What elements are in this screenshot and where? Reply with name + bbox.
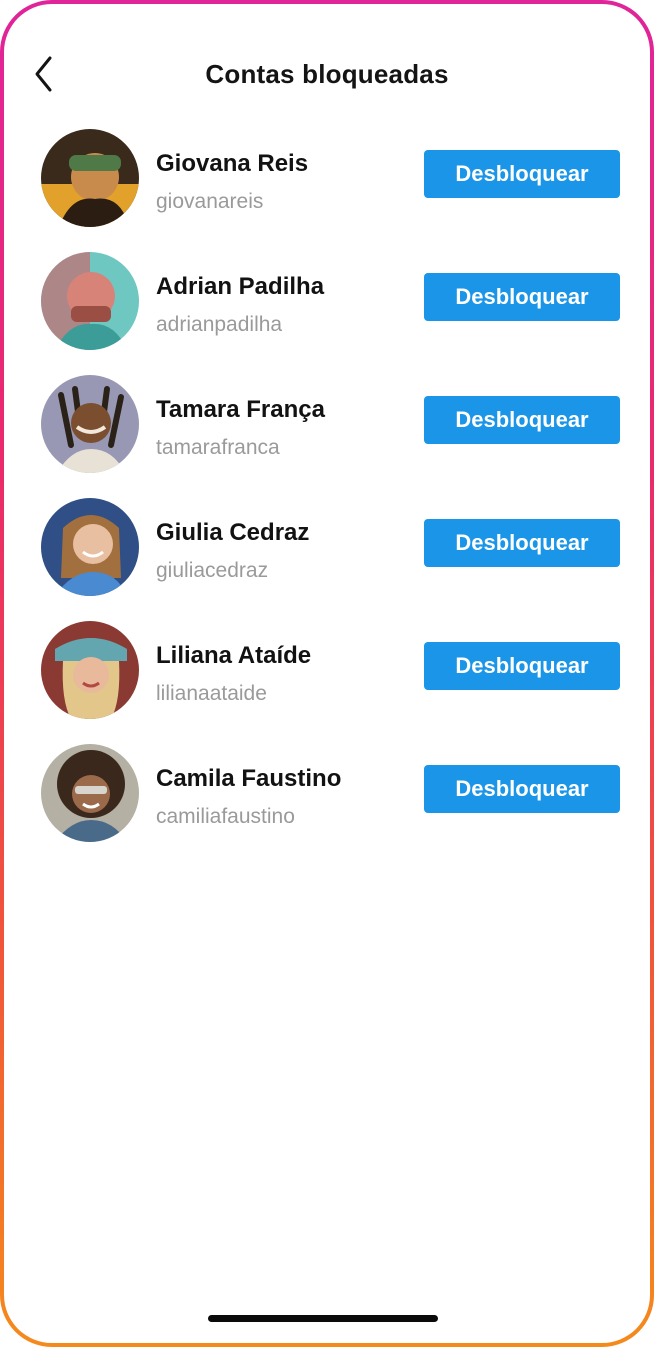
avatar[interactable]: [41, 498, 139, 596]
account-name: Liliana Ataíde: [156, 642, 312, 669]
account-name: Giovana Reis: [156, 150, 309, 177]
blocked-accounts-list: Giovana Reis giovanareis Desbloquear Adr…: [4, 126, 650, 864]
avatar[interactable]: [41, 744, 139, 842]
unblock-button[interactable]: Desbloquear: [424, 519, 620, 567]
unblock-button[interactable]: Desbloquear: [424, 273, 620, 321]
account-username: giovanareis: [156, 190, 264, 213]
list-item: Adrian Padilha adrianpadilha Desbloquear: [4, 249, 650, 372]
list-item: Giulia Cedraz giuliacedraz Desbloquear: [4, 495, 650, 618]
avatar[interactable]: [41, 621, 139, 719]
account-name: Adrian Padilha: [156, 273, 325, 300]
list-item: Camila Faustino camiliafaustino Desbloqu…: [4, 741, 650, 864]
avatar[interactable]: [41, 252, 139, 350]
account-username: camiliafaustino: [156, 805, 295, 828]
unblock-button[interactable]: Desbloquear: [424, 642, 620, 690]
account-username: tamarafranca: [156, 436, 280, 459]
list-item: Tamara França tamarafranca Desbloquear: [4, 372, 650, 495]
list-item: Liliana Ataíde lilianaataide Desbloquear: [4, 618, 650, 741]
home-indicator: [208, 1315, 438, 1322]
unblock-button[interactable]: Desbloquear: [424, 150, 620, 198]
avatar[interactable]: [41, 129, 139, 227]
screen: Contas bloqueadas Giovana Reis giovanare…: [4, 4, 650, 1343]
account-username: adrianpadilha: [156, 313, 283, 336]
account-name: Giulia Cedraz: [156, 519, 310, 546]
unblock-button[interactable]: Desbloquear: [424, 396, 620, 444]
account-username: giuliacedraz: [156, 559, 269, 582]
avatar[interactable]: [41, 375, 139, 473]
list-item: Giovana Reis giovanareis Desbloquear: [4, 126, 650, 249]
account-name: Camila Faustino: [156, 765, 342, 792]
account-username: lilianaataide: [156, 682, 267, 705]
phone-frame: Contas bloqueadas Giovana Reis giovanare…: [0, 0, 654, 1347]
unblock-button[interactable]: Desbloquear: [424, 765, 620, 813]
page-title: Contas bloqueadas: [205, 59, 449, 89]
account-name: Tamara França: [156, 396, 325, 423]
